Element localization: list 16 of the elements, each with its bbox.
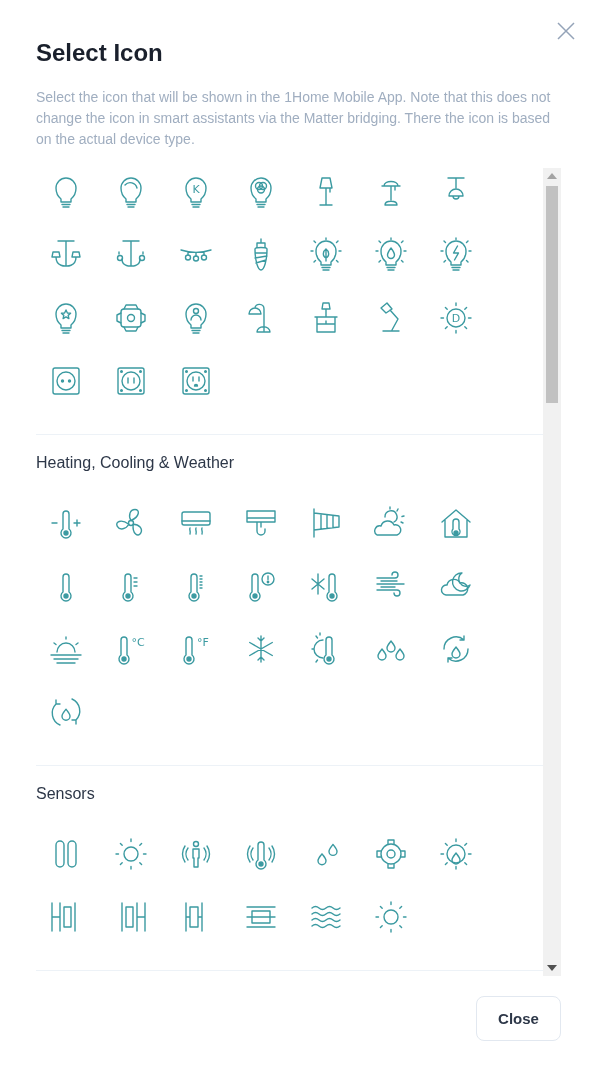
section-heading: Heating, Cooling & Weather (36, 453, 236, 473)
dialog-description: Select the icon that will be shown in the 1Home Mobile App. Note that this does not change the icon in smart assistants via the Matter bridging. There the icon is based on the actual device type. (36, 88, 552, 149)
sun-drop-icon[interactable] (437, 836, 474, 872)
dialog-title: Select Icon (36, 38, 164, 68)
drop-bulb-icon[interactable] (372, 237, 409, 273)
bolt-bulb-icon[interactable] (437, 237, 474, 273)
scrollbar-thumb[interactable] (546, 186, 558, 403)
sun-icon[interactable] (372, 899, 409, 935)
scroll-down-arrow[interactable] (547, 965, 557, 971)
scroll-up-arrow[interactable] (547, 173, 557, 179)
section-heading: Sensors (36, 784, 96, 804)
close-button[interactable]: Close (476, 996, 561, 1041)
scrollbar[interactable] (543, 168, 561, 976)
sun-icon[interactable] (112, 836, 149, 872)
close-icon[interactable] (557, 22, 575, 40)
leaf-bulb-icon[interactable] (307, 237, 344, 273)
